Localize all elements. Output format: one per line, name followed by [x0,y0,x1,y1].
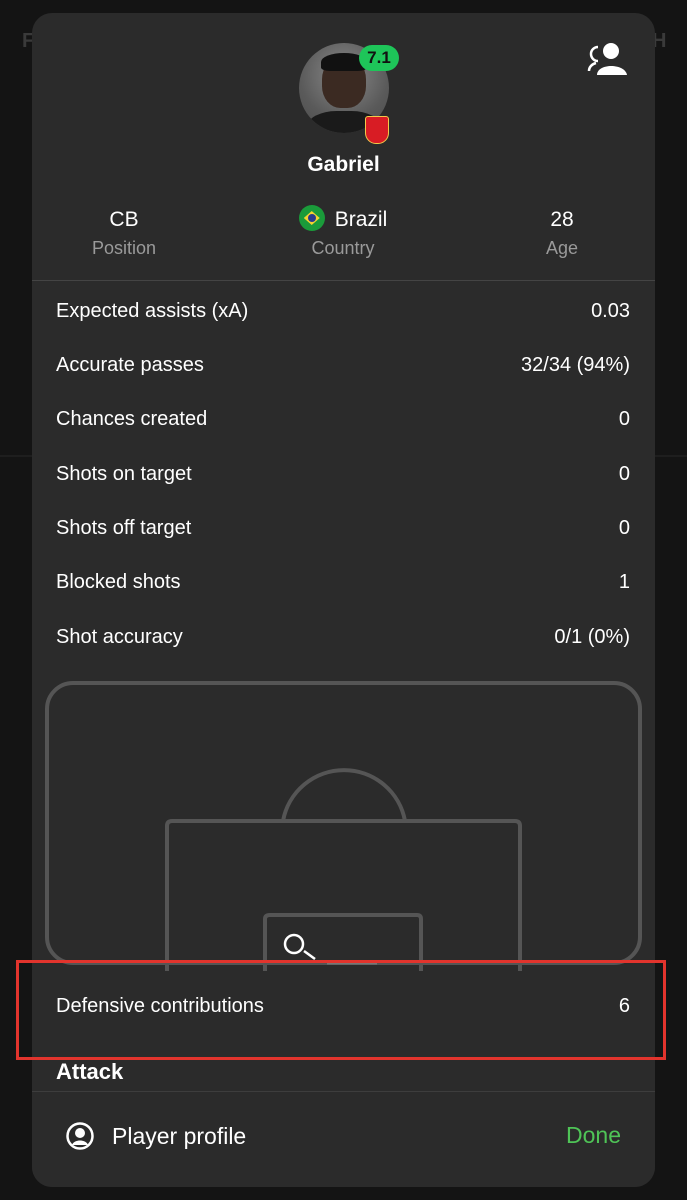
stat-value: 0 [618,407,630,430]
stat-row: Chances created 0 [56,399,630,439]
section-title-attack: Attack [56,1059,124,1084]
info-country: Brazil Country [243,205,443,259]
stat-row: Blocked shots 1 [56,562,630,602]
defensive-label: Defensive contributions [56,994,264,1017]
header-divider [32,280,655,281]
done-button[interactable]: Done [566,1122,621,1149]
stat-row: Shot accuracy 0/1 (0%) [56,617,630,657]
player-stats-sheet: 7.1 Gabriel CB Position Brazil Country 2… [32,13,655,1187]
club-badge-icon [365,116,389,144]
stat-row: Shots off target 0 [56,508,630,548]
country-value-row: Brazil [243,205,443,235]
stat-value: 32/34 (94%) [521,353,630,376]
stat-label: Expected assists (xA) [56,299,249,322]
stat-label: Accurate passes [56,353,204,376]
age-label: Age [545,238,579,258]
brazil-flag-icon [298,205,325,231]
person-circle-icon [66,1122,94,1150]
stat-label: Blocked shots [56,570,181,593]
stat-row: Accurate passes 32/34 (94%) [56,345,630,385]
defensive-value: 6 [618,994,630,1017]
stat-value: 0.03 [591,299,630,322]
user-switch-icon[interactable] [587,41,629,77]
player-avatar[interactable]: 7.1 [299,43,399,144]
info-age: 28 Age [462,205,655,259]
stat-label: Shots on target [56,462,192,485]
stat-row: Expected assists (xA) 0.03 [56,291,630,331]
stat-value: 0/1 (0%) [554,625,630,648]
position-label: Position [91,238,157,258]
shot-marker-icon [283,933,305,955]
stat-value: 0 [618,516,630,539]
stat-label: Shot accuracy [56,625,183,648]
stat-row: Shots on target 0 [56,454,630,494]
stat-label: Chances created [56,407,208,430]
shot-map-pitch [45,681,642,971]
player-profile-label: Player profile [112,1122,247,1149]
stat-value: 1 [618,570,630,593]
position-value: CB [109,208,139,231]
sheet-footer: Player profile Done [32,1091,655,1187]
stat-label: Shots off target [56,516,192,539]
info-position: CB Position [32,205,224,259]
country-label: Country [311,238,375,258]
country-value: Brazil [334,208,388,231]
player-name: Gabriel [307,153,380,176]
defensive-contributions-row: Defensive contributions 6 [56,985,630,1027]
age-value: 28 [550,208,574,231]
player-profile-button[interactable]: Player profile [66,1122,246,1150]
stat-value: 0 [618,462,630,485]
rating-badge: 7.1 [359,45,399,71]
